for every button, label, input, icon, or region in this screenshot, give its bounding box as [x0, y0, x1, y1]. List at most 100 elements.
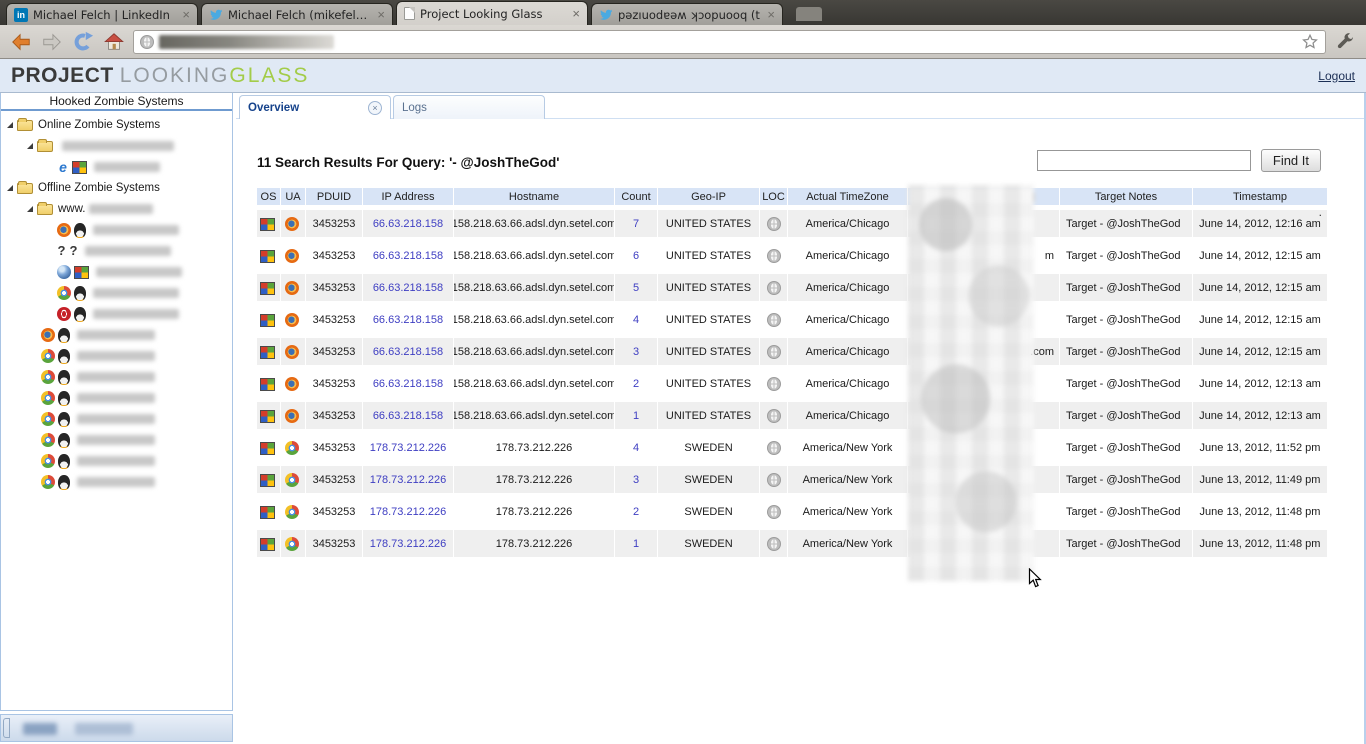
tree-item[interactable]: [1, 430, 232, 450]
home-button[interactable]: [102, 30, 126, 54]
loc-cell[interactable]: [760, 306, 787, 333]
tree-item[interactable]: [1, 325, 232, 345]
ip-link[interactable]: 66.63.218.158: [363, 338, 453, 365]
column-header[interactable]: Target Notes: [1060, 188, 1192, 205]
globe-icon[interactable]: [767, 249, 781, 263]
loc-cell[interactable]: [760, 498, 787, 525]
count-link[interactable]: 4: [615, 306, 657, 333]
globe-icon[interactable]: [767, 409, 781, 423]
globe-icon[interactable]: [767, 505, 781, 519]
tree-folder[interactable]: Offline Zombie Systems: [1, 178, 232, 198]
column-header[interactable]: LOC: [760, 188, 787, 205]
tree-item[interactable]: [1, 346, 232, 366]
loc-cell[interactable]: [760, 242, 787, 269]
tab-close-icon[interactable]: ×: [182, 10, 190, 20]
ip-link[interactable]: 178.73.212.226: [363, 434, 453, 461]
tree-item[interactable]: [1, 472, 232, 492]
browser-tab[interactable]: Project Looking Glass×: [396, 1, 588, 25]
ip-link[interactable]: 178.73.212.226: [363, 466, 453, 493]
address-bar[interactable]: [133, 30, 1326, 54]
loc-cell[interactable]: [760, 434, 787, 461]
table-row[interactable]: 345325366.63.218.158158.218.63.66.adsl.d…: [257, 274, 1329, 301]
tab-close-icon[interactable]: ×: [377, 10, 385, 20]
count-link[interactable]: 7: [615, 210, 657, 237]
tree-item[interactable]: [1, 367, 232, 387]
tree-folder[interactable]: www.: [1, 199, 232, 219]
back-button[interactable]: [9, 30, 33, 54]
count-link[interactable]: 1: [615, 530, 657, 557]
column-header[interactable]: IP Address: [363, 188, 453, 205]
loc-cell[interactable]: [760, 274, 787, 301]
tab-close-icon[interactable]: ×: [572, 9, 580, 19]
count-link[interactable]: 1: [615, 402, 657, 429]
expand-caret-icon[interactable]: [27, 206, 33, 212]
column-header[interactable]: Actual TimeZone: [788, 188, 907, 205]
table-row[interactable]: 345325366.63.218.158158.218.63.66.adsl.d…: [257, 402, 1329, 429]
globe-icon[interactable]: [767, 473, 781, 487]
globe-icon[interactable]: [767, 217, 781, 231]
tab-close-icon[interactable]: ×: [767, 10, 775, 20]
tree-folder[interactable]: Online Zombie Systems: [1, 115, 232, 135]
column-header[interactable]: Count: [615, 188, 657, 205]
column-header[interactable]: Timestamp: [1193, 188, 1327, 205]
table-row[interactable]: 345325366.63.218.158158.218.63.66.adsl.d…: [257, 338, 1329, 365]
tab-close-icon[interactable]: ×: [368, 101, 382, 115]
browser-tab[interactable]: Michael Felch (mikefelch)×: [201, 3, 393, 25]
ip-link[interactable]: 66.63.218.158: [363, 306, 453, 333]
browser-tab[interactable]: pəzıuodɐəʍ ʞɔopuooq (t×: [591, 3, 783, 25]
tree-item[interactable]: [1, 157, 232, 177]
tree-item[interactable]: [1, 409, 232, 429]
logout-link[interactable]: Logout: [1318, 69, 1355, 83]
tree-item[interactable]: [1, 262, 232, 282]
count-link[interactable]: 3: [615, 466, 657, 493]
ip-link[interactable]: 66.63.218.158: [363, 210, 453, 237]
count-link[interactable]: 2: [615, 498, 657, 525]
loc-cell[interactable]: [760, 466, 787, 493]
forward-button[interactable]: [40, 30, 64, 54]
table-row[interactable]: 3453253178.73.212.226178.73.212.2263SWED…: [257, 466, 1329, 493]
count-link[interactable]: 5: [615, 274, 657, 301]
tree-item[interactable]: [1, 304, 232, 324]
loc-cell[interactable]: [760, 370, 787, 397]
wrench-menu-icon[interactable]: [1333, 30, 1357, 54]
column-header[interactable]: PDUID: [306, 188, 362, 205]
globe-icon[interactable]: [767, 377, 781, 391]
count-link[interactable]: 4: [615, 434, 657, 461]
table-row[interactable]: 3453253178.73.212.226178.73.212.2262SWED…: [257, 498, 1329, 525]
tab-stub[interactable]: [796, 7, 822, 21]
column-header[interactable]: UA: [281, 188, 305, 205]
table-row[interactable]: 3453253178.73.212.226178.73.212.2261SWED…: [257, 530, 1329, 557]
globe-icon[interactable]: [767, 537, 781, 551]
table-row[interactable]: 345325366.63.218.158158.218.63.66.adsl.d…: [257, 370, 1329, 397]
tree-item[interactable]: [1, 388, 232, 408]
column-header[interactable]: Hostname: [454, 188, 614, 205]
loc-cell[interactable]: [760, 402, 787, 429]
tab-logs[interactable]: Logs: [393, 95, 545, 119]
tree-folder[interactable]: [1, 136, 232, 156]
table-row[interactable]: 345325366.63.218.158158.218.63.66.adsl.d…: [257, 306, 1329, 333]
count-link[interactable]: 6: [615, 242, 657, 269]
bookmark-star-icon[interactable]: [1301, 33, 1319, 51]
tree-item[interactable]: [1, 220, 232, 240]
globe-icon[interactable]: [767, 441, 781, 455]
ip-link[interactable]: 66.63.218.158: [363, 370, 453, 397]
column-header[interactable]: Geo-IP: [658, 188, 759, 205]
search-input[interactable]: [1037, 150, 1251, 171]
tree-item[interactable]: [1, 241, 232, 261]
table-row[interactable]: 345325366.63.218.158158.218.63.66.adsl.d…: [257, 242, 1329, 269]
tree-item[interactable]: [1, 451, 232, 471]
expand-caret-icon[interactable]: [7, 122, 13, 128]
table-row[interactable]: 3453253178.73.212.226178.73.212.2264SWED…: [257, 434, 1329, 461]
globe-icon[interactable]: [767, 345, 781, 359]
ip-link[interactable]: 66.63.218.158: [363, 402, 453, 429]
count-link[interactable]: 3: [615, 338, 657, 365]
column-header[interactable]: OS: [257, 188, 280, 205]
globe-icon[interactable]: [767, 313, 781, 327]
globe-icon[interactable]: [767, 281, 781, 295]
count-link[interactable]: 2: [615, 370, 657, 397]
tab-overview[interactable]: Overview ×: [239, 95, 391, 119]
loc-cell[interactable]: [760, 210, 787, 237]
expand-caret-icon[interactable]: [7, 185, 13, 191]
reload-button[interactable]: [71, 30, 95, 54]
loc-cell[interactable]: [760, 338, 787, 365]
